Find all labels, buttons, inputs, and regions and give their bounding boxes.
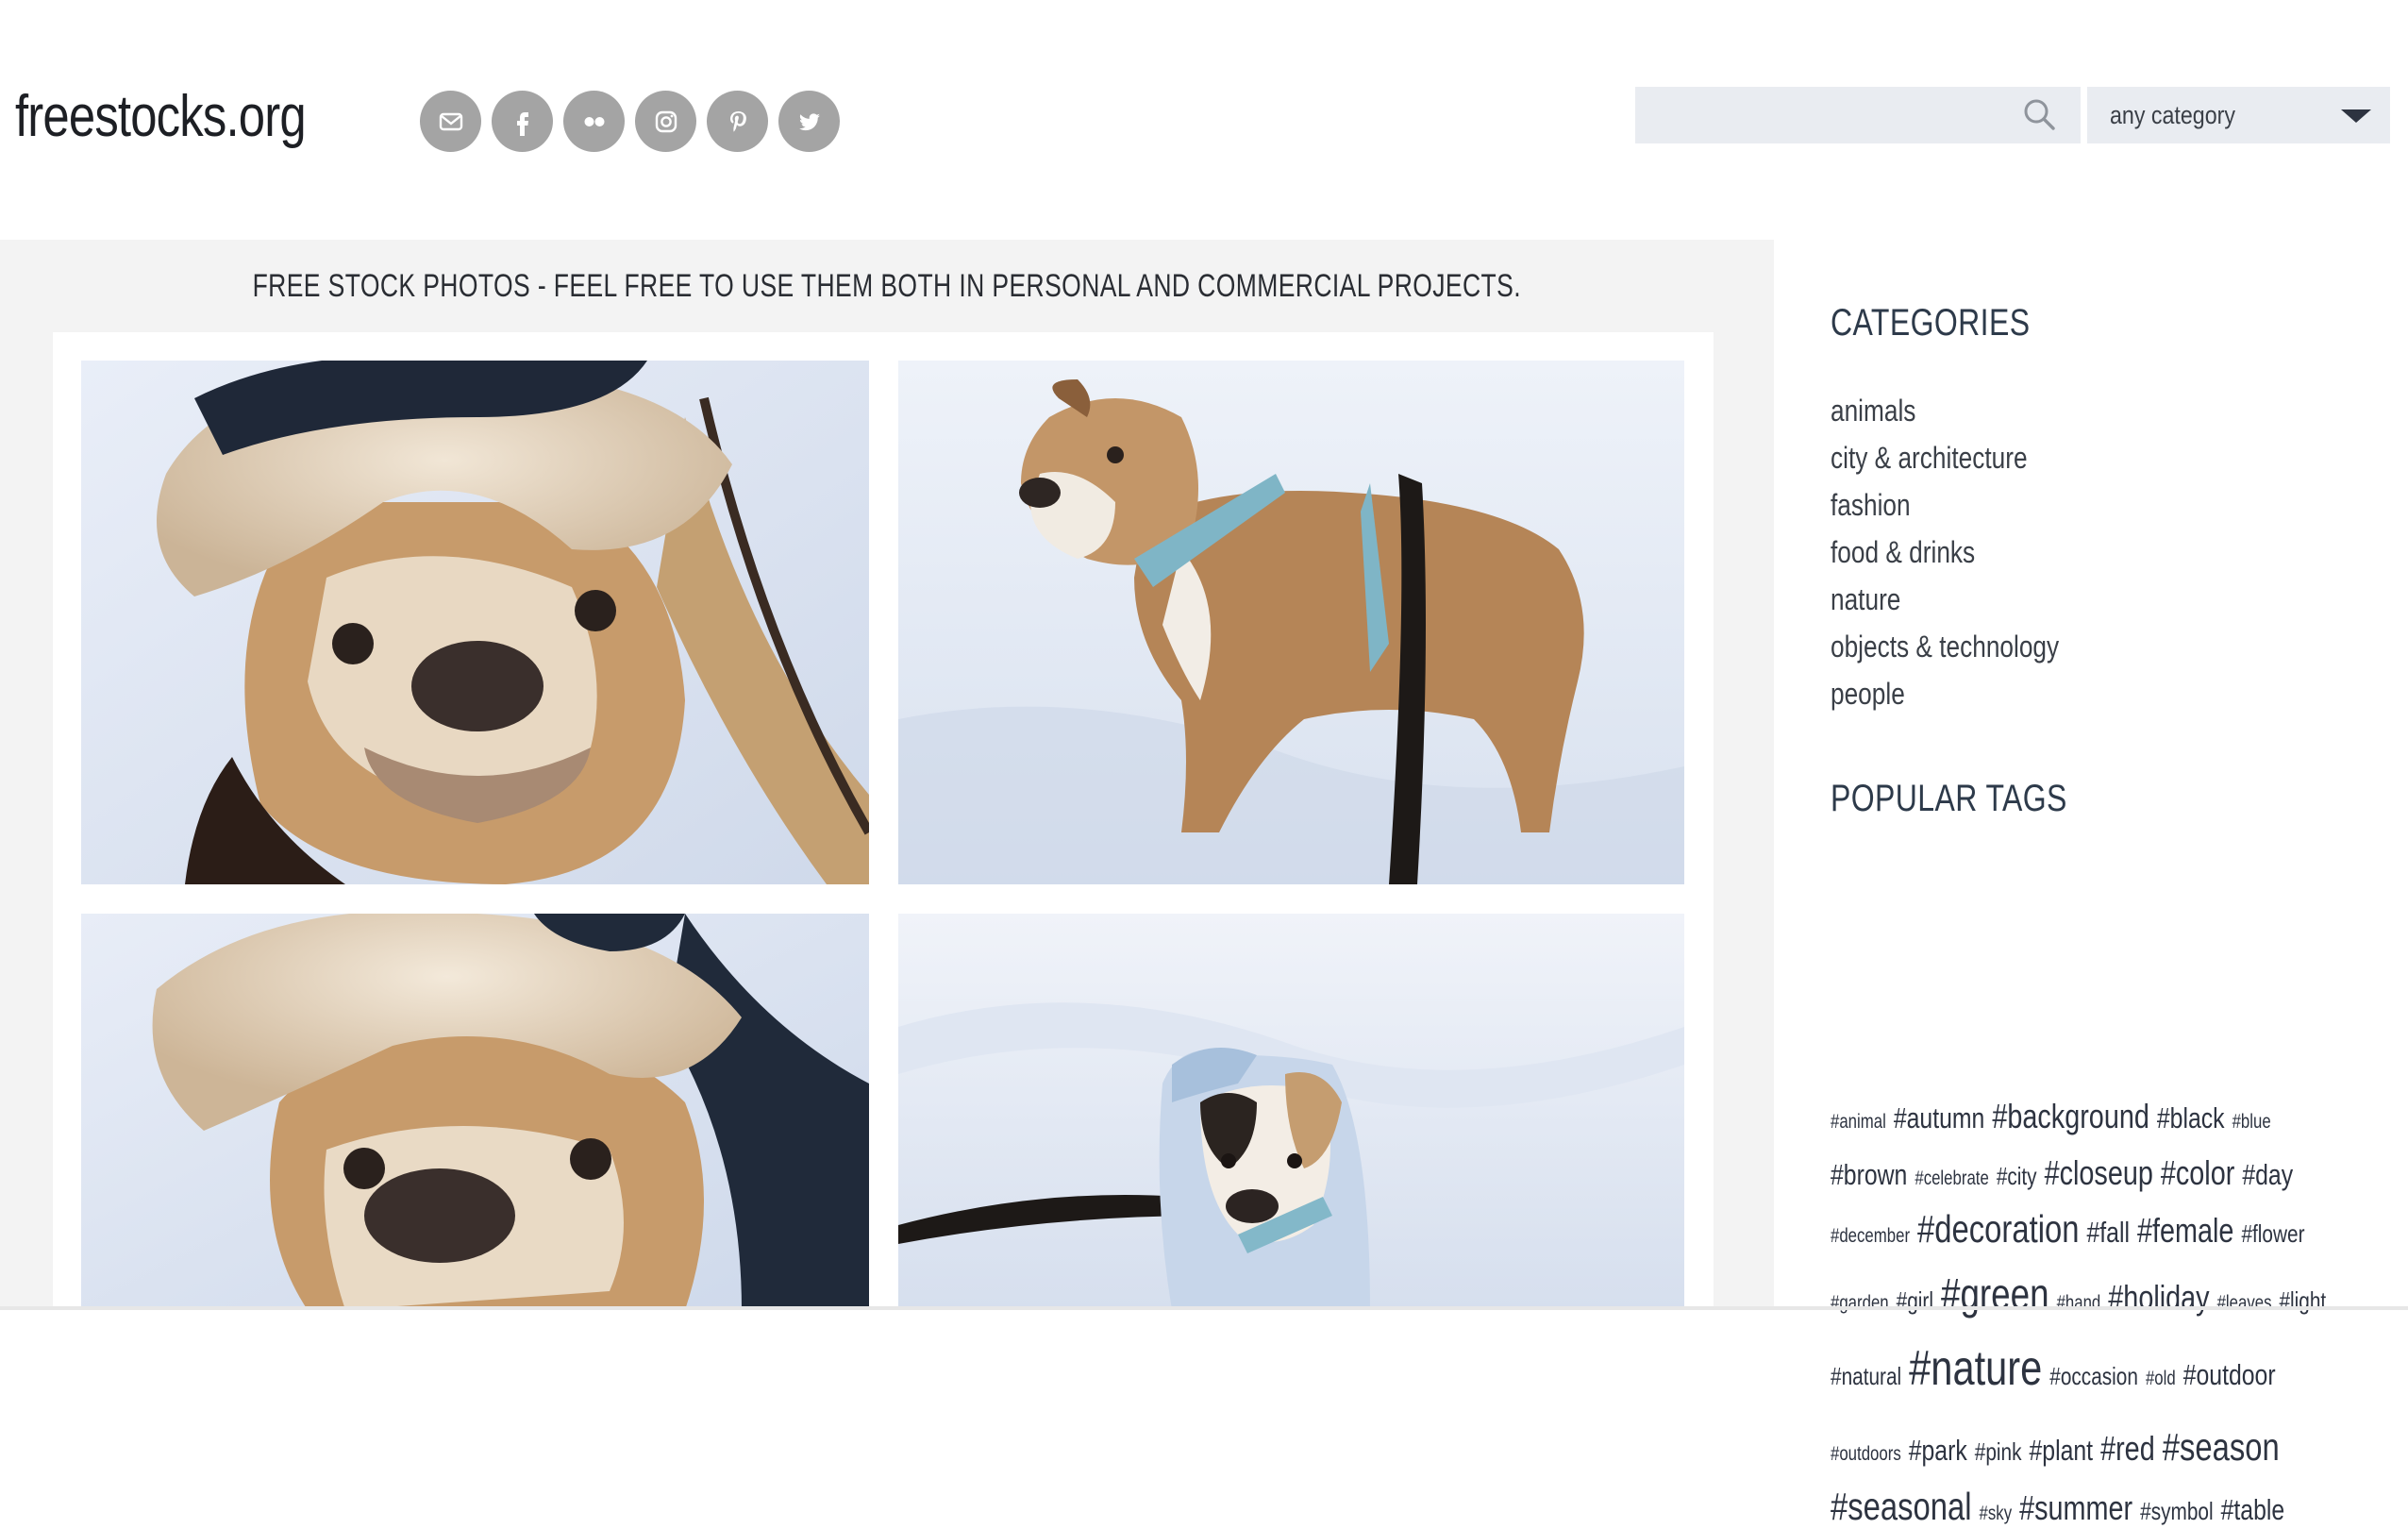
category-select[interactable]: any category [2087, 87, 2390, 143]
gallery-photo[interactable] [81, 361, 869, 884]
bulldog-hat-portrait-image [81, 914, 869, 1310]
search-input[interactable] [1635, 87, 2013, 143]
tag-row: #natural #nature #occasion #old #outdoor [1831, 1340, 2397, 1397]
tag-link[interactable]: #table [2221, 1493, 2285, 1527]
category-link[interactable]: city & architecture [1831, 434, 2059, 481]
site-logo[interactable]: freestocks.org [15, 83, 307, 150]
tag-link[interactable]: #outdoors [1831, 1443, 1901, 1466]
page-bottom-edge [0, 1306, 2408, 1310]
tag-row: #garden #girl #green #hand #holiday #leaves #l… [1831, 1269, 2408, 1319]
photo-gallery [53, 332, 1714, 1310]
email-icon [439, 112, 462, 130]
search-box [1635, 87, 2081, 143]
gallery-photo[interactable] [898, 361, 1684, 884]
tag-link[interactable]: #flower [2241, 1219, 2304, 1249]
instagram-link[interactable] [635, 91, 696, 152]
tag-link[interactable]: #color [2161, 1153, 2234, 1193]
gallery-photo[interactable] [81, 914, 869, 1310]
bulldog-hat-closeup-image [81, 361, 869, 884]
tag-link[interactable]: #city [1997, 1162, 2037, 1191]
tag-link[interactable]: #plant [2029, 1434, 2093, 1468]
chevron-down-icon [2341, 109, 2371, 123]
category-link[interactable]: animals [1831, 387, 2059, 434]
twitter-link[interactable] [778, 91, 840, 152]
category-link[interactable]: fashion [1831, 481, 2059, 529]
categories-heading: CATEGORIES [1831, 302, 2031, 344]
page-tagline: FREE STOCK PHOTOS - FEEL FREE TO USE THE… [252, 268, 1522, 304]
category-link[interactable]: food & drinks [1831, 529, 2059, 576]
search-icon[interactable] [2022, 97, 2058, 133]
flickr-link[interactable] [563, 91, 625, 152]
tag-link[interactable]: #summer [2019, 1488, 2132, 1528]
tag-link[interactable]: #celebrate [1915, 1168, 1988, 1190]
tag-link[interactable]: #female [2137, 1211, 2233, 1251]
tag-row: #december #decoration #fall #female #flower [1831, 1207, 2408, 1252]
tag-link[interactable]: #pink [1975, 1437, 2022, 1467]
tag-link[interactable]: #girl [1897, 1286, 1933, 1316]
tag-link[interactable]: #day [2242, 1158, 2293, 1192]
email-link[interactable] [420, 91, 481, 152]
pinterest-icon [729, 110, 746, 132]
popular-tags-heading: POPULAR TAGS [1831, 778, 2067, 819]
tag-row: #outdoors #park #pink #plant #red #season [1831, 1425, 2401, 1470]
flickr-icon [584, 116, 604, 126]
tag-link[interactable]: #outdoor [2183, 1358, 2276, 1392]
tag-link[interactable]: #blue [2232, 1111, 2271, 1134]
bulldog-standing-snow-image [898, 361, 1684, 884]
tag-link[interactable]: #old [2146, 1368, 2176, 1390]
sidebar: CATEGORIES animals city & architecture f… [1774, 240, 2408, 1528]
main-content: FREE STOCK PHOTOS - FEEL FREE TO USE THE… [0, 240, 1774, 1310]
social-links [420, 91, 840, 152]
tag-link[interactable]: #season [2163, 1425, 2280, 1470]
tag-link[interactable]: #brown [1831, 1158, 1907, 1192]
tag-link[interactable]: #hand [2057, 1292, 2101, 1315]
site-header: freestocks.org any category [0, 0, 2408, 240]
tag-link[interactable]: #autumn [1894, 1101, 1985, 1135]
tag-link[interactable]: #fall [2086, 1216, 2130, 1250]
facebook-icon [516, 111, 528, 136]
tag-link[interactable]: #background [1992, 1097, 2149, 1136]
tag-row: #seasonal #sky #summer #symbol #table [1831, 1485, 2407, 1529]
tag-link[interactable]: #light [2279, 1286, 2326, 1316]
tag-link[interactable]: #decoration [1917, 1207, 2079, 1252]
gallery-photo[interactable] [898, 914, 1684, 1310]
tag-link[interactable]: #symbol [2140, 1497, 2213, 1526]
category-link[interactable]: people [1831, 670, 2059, 717]
tag-link[interactable]: #holiday [2108, 1278, 2209, 1318]
tag-link[interactable]: #closeup [2045, 1153, 2153, 1193]
facebook-link[interactable] [492, 91, 553, 152]
tag-link[interactable]: #garden [1831, 1292, 1889, 1315]
tag-link[interactable]: #green [1941, 1269, 2049, 1319]
pinterest-link[interactable] [707, 91, 768, 152]
tag-link[interactable]: #natural [1831, 1362, 1901, 1391]
category-select-value: any category [2110, 100, 2235, 129]
tag-row: #brown #celebrate #city #closeup #color #day [1831, 1153, 2408, 1193]
tag-link[interactable]: #leaves [2217, 1292, 2272, 1315]
bulldog-hoodie-snow-image [898, 914, 1684, 1310]
tag-row: #animal #autumn #background #black #blue [1831, 1097, 2390, 1136]
tag-link[interactable]: #black [2157, 1101, 2225, 1135]
instagram-icon [655, 110, 677, 132]
tag-link[interactable]: #red [2100, 1429, 2155, 1469]
tag-link[interactable]: #park [1909, 1434, 1967, 1468]
category-link[interactable]: objects & technology [1831, 623, 2059, 670]
tag-link[interactable]: #seasonal [1831, 1485, 1972, 1529]
tag-link[interactable]: #nature [1909, 1340, 2042, 1397]
tag-link[interactable]: #animal [1831, 1111, 1886, 1134]
tag-link[interactable]: #december [1831, 1225, 1910, 1248]
category-link[interactable]: nature [1831, 576, 2059, 623]
tag-link[interactable]: #sky [1980, 1503, 2013, 1525]
category-list: animals city & architecture fashion food… [1831, 387, 2109, 717]
twitter-icon [798, 112, 820, 130]
tag-link[interactable]: #occasion [2049, 1362, 2138, 1391]
